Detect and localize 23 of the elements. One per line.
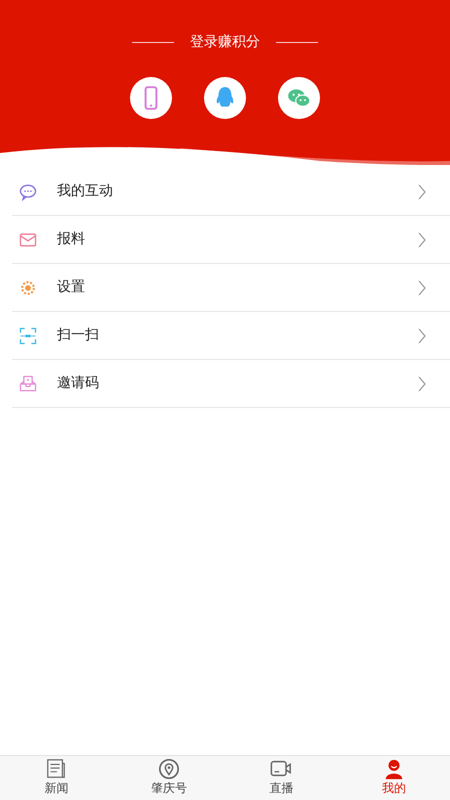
chevron-right-icon (417, 328, 427, 344)
chevron-right-icon (417, 232, 427, 248)
login-button[interactable] (130, 77, 172, 119)
header-title: 登录赚积分 (190, 33, 260, 52)
chat-icon (18, 182, 38, 202)
newspaper-icon (45, 758, 68, 780)
menu-label: 设置 (57, 278, 85, 297)
tab[interactable]: 肇庆号 (128, 756, 209, 800)
tab[interactable]: 新闻 (16, 756, 96, 800)
location-pin-icon (158, 758, 180, 780)
tab[interactable]: 我的 (354, 756, 434, 800)
inbox-icon (18, 374, 38, 394)
login-button[interactable] (204, 77, 246, 119)
chevron-right-icon (417, 376, 427, 392)
login-button[interactable] (278, 77, 320, 119)
menu-label: 扫一扫 (57, 326, 99, 345)
menu-label: 我的互动 (57, 182, 113, 201)
menu-label: 邀请码 (57, 374, 99, 393)
chevron-right-icon (417, 280, 427, 296)
chevron-right-icon (417, 184, 427, 200)
tab[interactable]: 直播 (241, 756, 322, 800)
scan-icon (18, 326, 38, 346)
menu-label: 报料 (57, 230, 85, 249)
